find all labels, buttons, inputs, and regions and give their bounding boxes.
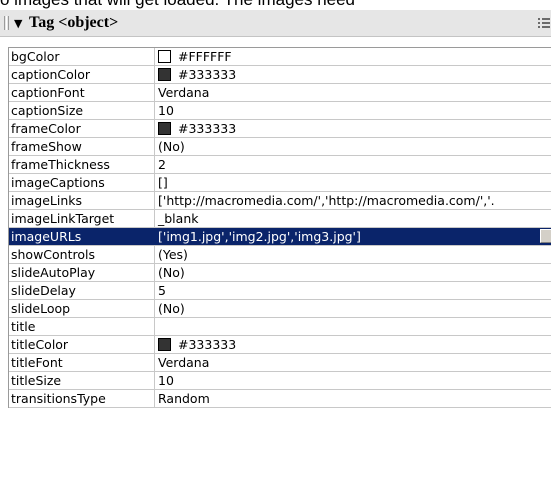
property-value[interactable]: Verdana: [156, 354, 551, 371]
property-value[interactable]: (Yes): [156, 246, 551, 263]
property-value[interactable]: (No): [156, 264, 551, 281]
property-name[interactable]: bgColor: [9, 48, 155, 65]
cropped-caption-text: o images that will get loaded. The image…: [0, 0, 551, 10]
options-menu-icon[interactable]: [538, 18, 550, 30]
color-swatch[interactable]: [158, 122, 171, 135]
property-value-text: #333333: [178, 121, 237, 136]
property-name[interactable]: titleFont: [9, 354, 155, 371]
property-name[interactable]: slideLoop: [9, 300, 155, 317]
property-name[interactable]: frameShow: [9, 138, 155, 155]
property-row-transitionstype[interactable]: transitionsType Random: [9, 390, 551, 408]
color-swatch[interactable]: [158, 50, 171, 63]
property-value[interactable]: [156, 318, 551, 335]
property-row-captionfont[interactable]: captionFont Verdana: [9, 84, 551, 102]
property-row-framecolor[interactable]: frameColor #333333: [9, 120, 551, 138]
property-value-text: 10: [158, 373, 174, 388]
property-row-captionsize[interactable]: captionSize 10: [9, 102, 551, 120]
property-value[interactable]: #FFFFFF: [156, 48, 551, 65]
property-value[interactable]: Random: [156, 390, 551, 407]
tag-inspector-screenshot: o images that will get loaded. The image…: [0, 0, 551, 483]
property-row-imagelinktarget[interactable]: imageLinkTarget _blank: [9, 210, 551, 228]
property-name[interactable]: imageURLs: [9, 228, 155, 245]
property-value-text: ['http://macromedia.com/','http://macrom…: [158, 193, 495, 208]
property-row-imageurls[interactable]: imageURLs ['img1.jpg','img2.jpg','img3.jp…: [9, 228, 551, 246]
edit-value-button[interactable]: [540, 229, 551, 243]
property-name[interactable]: captionSize: [9, 102, 155, 119]
attributes-grid: bgColor #FFFFFF captionColor #333333 caption…: [8, 47, 551, 408]
property-value-text: Verdana: [158, 85, 210, 100]
color-swatch[interactable]: [158, 338, 171, 351]
property-value-text: ['img1.jpg','img2.jpg','img3.jpg']: [158, 229, 361, 244]
property-name[interactable]: slideDelay: [9, 282, 155, 299]
property-name[interactable]: imageCaptions: [9, 174, 155, 191]
property-row-frameshow[interactable]: frameShow (No): [9, 138, 551, 156]
property-name[interactable]: titleSize: [9, 372, 155, 389]
property-value[interactable]: (No): [156, 300, 551, 317]
property-row-imagecaptions[interactable]: imageCaptions[]: [9, 174, 551, 192]
property-value-text: Random: [158, 391, 210, 406]
gripper-icon[interactable]: [4, 16, 9, 30]
property-name[interactable]: titleColor: [9, 336, 155, 353]
property-name[interactable]: showControls: [9, 246, 155, 263]
property-value-text: 5: [158, 283, 166, 298]
property-row-title[interactable]: title: [9, 318, 551, 336]
property-value[interactable]: 2: [156, 156, 551, 173]
property-value-text: (No): [158, 139, 185, 154]
property-value-text: #333333: [178, 337, 237, 352]
property-value[interactable]: 10: [156, 102, 551, 119]
property-name[interactable]: frameColor: [9, 120, 155, 137]
panel-toolbar-gap: [0, 37, 551, 47]
property-value-text: 10: [158, 103, 174, 118]
panel-title[interactable]: Tag <object>: [29, 14, 118, 32]
property-value[interactable]: #333333: [156, 66, 551, 83]
property-name[interactable]: transitionsType: [9, 390, 155, 407]
property-row-framethickness[interactable]: frameThickness 2: [9, 156, 551, 174]
property-value-text: #333333: [178, 67, 237, 82]
property-name[interactable]: frameThickness: [9, 156, 155, 173]
property-row-slideautoplay[interactable]: slideAutoPlay (No): [9, 264, 551, 282]
property-row-captioncolor[interactable]: captionColor #333333: [9, 66, 551, 84]
property-value-text: Verdana: [158, 355, 210, 370]
property-name[interactable]: slideAutoPlay: [9, 264, 155, 281]
property-value-text: _blank: [158, 211, 199, 226]
property-value[interactable]: 5: [156, 282, 551, 299]
property-value[interactable]: #333333: [156, 336, 551, 353]
property-name[interactable]: title: [9, 318, 155, 335]
property-row-titlecolor[interactable]: titleColor #333333: [9, 336, 551, 354]
property-value-text: #FFFFFF: [178, 49, 232, 64]
property-name[interactable]: captionColor: [9, 66, 155, 83]
property-name[interactable]: imageLinkTarget: [9, 210, 155, 227]
property-value[interactable]: ['http://macromedia.com/','http://macrom…: [156, 192, 551, 209]
property-row-bgcolor[interactable]: bgColor #FFFFFF: [9, 48, 551, 66]
panel-header[interactable]: ▼ Tag <object>: [0, 10, 551, 37]
property-row-titlefont[interactable]: titleFont Verdana: [9, 354, 551, 372]
property-value[interactable]: Verdana: [156, 84, 551, 101]
property-value[interactable]: #333333: [156, 120, 551, 137]
property-value[interactable]: (No): [156, 138, 551, 155]
property-name[interactable]: imageLinks: [9, 192, 155, 209]
property-value[interactable]: []: [156, 174, 551, 191]
property-value[interactable]: 10: [156, 372, 551, 389]
property-row-imagelinks[interactable]: imageLinks ['http://macromedia.com/','htt…: [9, 192, 551, 210]
color-swatch[interactable]: [158, 68, 171, 81]
triangle-down-icon[interactable]: ▼: [14, 17, 22, 30]
property-value-text: 2: [158, 157, 166, 172]
property-row-slideloop[interactable]: slideLoop (No): [9, 300, 551, 318]
property-row-titlesize[interactable]: titleSize 10: [9, 372, 551, 390]
property-value-text: []: [158, 175, 168, 190]
property-value-text: (No): [158, 301, 185, 316]
property-value[interactable]: _blank: [156, 210, 551, 227]
caption-text: o images that will get loaded. The image…: [0, 0, 355, 10]
property-name[interactable]: captionFont: [9, 84, 155, 101]
property-value-text: (No): [158, 265, 185, 280]
property-row-showcontrols[interactable]: showControls (Yes): [9, 246, 551, 264]
property-value-text: (Yes): [158, 247, 188, 262]
property-value[interactable]: ['img1.jpg','img2.jpg','img3.jpg']: [156, 228, 551, 245]
property-row-slidedelay[interactable]: slideDelay 5: [9, 282, 551, 300]
